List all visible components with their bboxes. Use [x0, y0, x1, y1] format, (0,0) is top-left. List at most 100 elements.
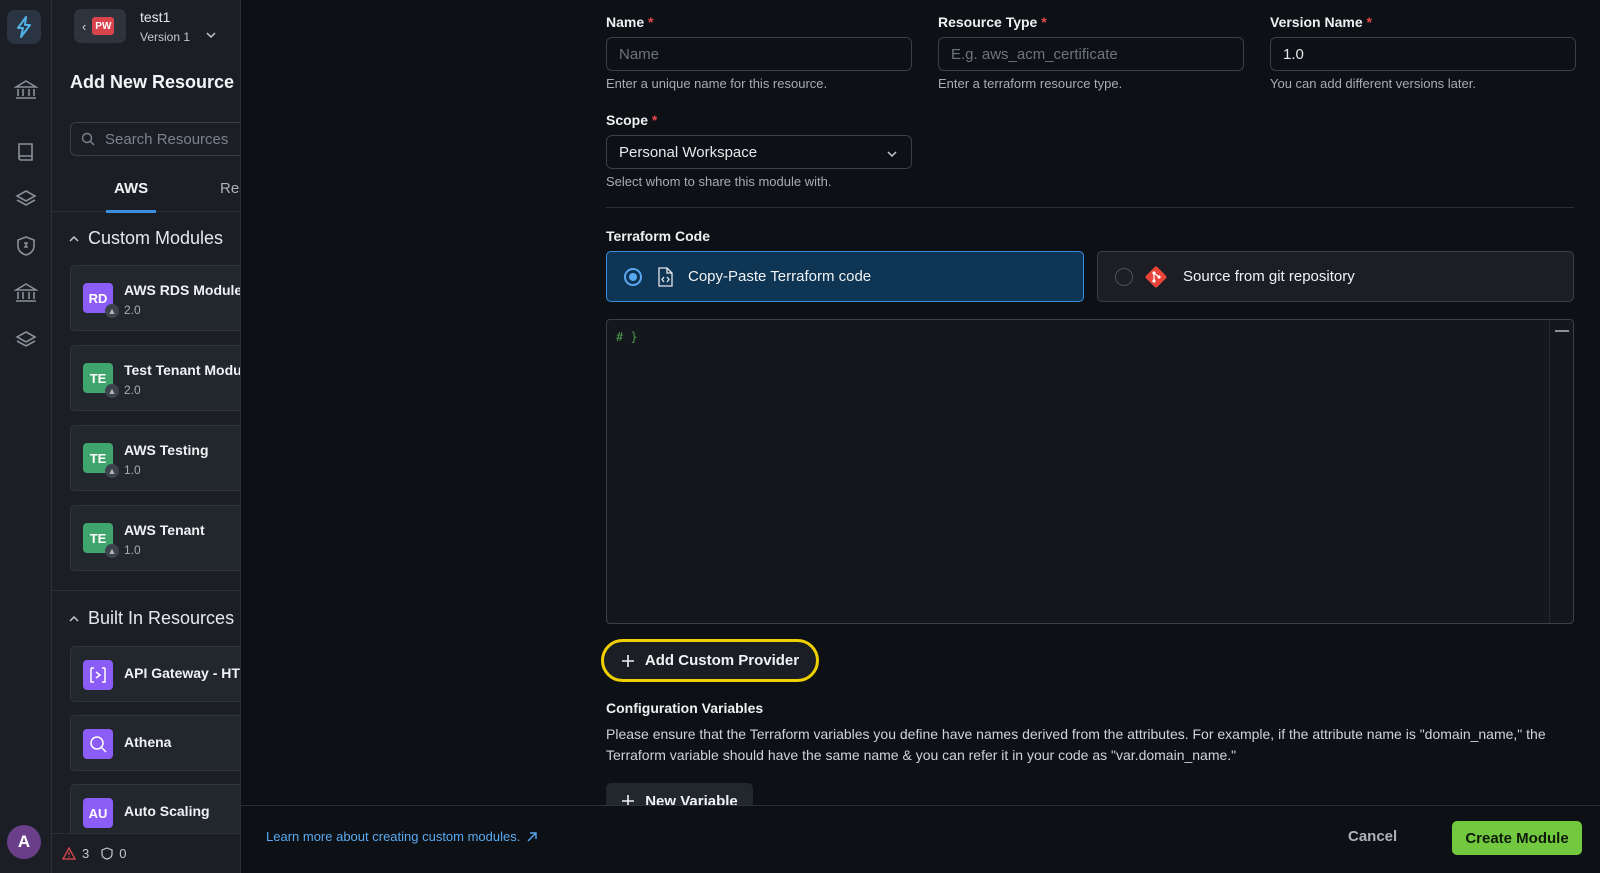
- create-module-button[interactable]: Create Module: [1452, 821, 1582, 855]
- terraform-code-editor[interactable]: # }: [606, 319, 1574, 624]
- warning-count[interactable]: 3: [82, 846, 89, 861]
- add-custom-provider-label: Add Custom Provider: [644, 652, 800, 669]
- module-card-test-tenant[interactable]: TE ▲ Test Tenant Module 2.0: [70, 345, 240, 411]
- resource-type-input[interactable]: E.g. aws_acm_certificate: [938, 37, 1244, 71]
- module-version: 1.0: [124, 543, 141, 557]
- custom-modules-header[interactable]: Custom Modules: [68, 228, 223, 249]
- chevron-down-icon: [887, 151, 897, 158]
- resource-card-api-gateway[interactable]: API Gateway - HTTP: [70, 646, 240, 702]
- shield-icon[interactable]: [14, 234, 38, 258]
- resource-type-label: Resource Type *: [938, 14, 1047, 30]
- editor-scrollbar[interactable]: [1549, 320, 1573, 623]
- shield-status-icon: [101, 847, 113, 860]
- version-name-hint: You can add different versions later.: [1270, 76, 1476, 91]
- terraform-code-label: Terraform Code: [606, 228, 710, 244]
- module-card-rds[interactable]: RD ▲ AWS RDS Module 2.0: [70, 265, 240, 331]
- code-file-icon: [658, 266, 673, 287]
- workspace-badge: PW: [92, 17, 115, 35]
- search-placeholder: Search Resources: [105, 131, 229, 148]
- resource-card-auto-scaling[interactable]: AU Auto Scaling: [70, 784, 240, 840]
- add-resource-panel: Name * Name Enter a unique name for this…: [240, 0, 1600, 873]
- bank-mini-icon: ▲: [105, 384, 119, 398]
- book-icon[interactable]: [14, 140, 38, 164]
- search-input[interactable]: Search Resources: [70, 122, 240, 156]
- version-name-input[interactable]: 1.0: [1270, 37, 1576, 71]
- cancel-button[interactable]: Cancel: [1348, 828, 1397, 845]
- built-in-header[interactable]: Built In Resources: [68, 608, 234, 629]
- custom-modules-title: Custom Modules: [88, 228, 224, 248]
- module-version: 2.0: [124, 303, 141, 317]
- built-in-title: Built In Resources: [88, 608, 235, 628]
- app-root: A ‹ PW test1 Version 1 Add New Resource …: [0, 0, 1600, 873]
- icon-rail: A: [0, 0, 52, 873]
- scope-select[interactable]: Personal Workspace: [606, 135, 912, 169]
- bank-icon[interactable]: [14, 78, 38, 102]
- workspace-version[interactable]: Version 1: [140, 30, 190, 44]
- app-logo[interactable]: [7, 10, 41, 44]
- module-version: 1.0: [124, 463, 141, 477]
- external-link-icon: [527, 831, 538, 841]
- provider-tabs: AWS Res: [52, 170, 240, 213]
- workspace-name: test1: [140, 9, 171, 25]
- name-label: Name *: [606, 14, 654, 30]
- bank-mini-icon: ▲: [105, 304, 119, 318]
- athena-icon: [83, 729, 113, 759]
- option-git-label: Source from git repository: [1183, 268, 1355, 285]
- chevron-down-icon[interactable]: [204, 28, 218, 42]
- radio-selected[interactable]: [624, 267, 642, 286]
- resource-name: Auto Scaling: [124, 803, 210, 819]
- bank-mini-icon: ▲: [105, 464, 119, 478]
- radio-unselected[interactable]: [1115, 267, 1133, 286]
- tab-resources[interactable]: Res: [220, 180, 240, 197]
- name-input[interactable]: Name: [606, 37, 912, 71]
- tab-aws[interactable]: AWS: [105, 180, 157, 213]
- resource-name: Athena: [124, 734, 172, 750]
- bank-icon-2[interactable]: [14, 281, 38, 305]
- module-version: 2.0: [124, 383, 141, 397]
- module-name: AWS Testing: [124, 442, 209, 458]
- layers-icon[interactable]: [14, 187, 38, 211]
- workspace-switcher[interactable]: ‹ PW: [74, 9, 126, 43]
- resource-type-hint: Enter a terraform resource type.: [938, 76, 1123, 91]
- scope-value: Personal Workspace: [619, 144, 758, 161]
- module-card-aws-tenant[interactable]: TE ▲ AWS Tenant 1.0: [70, 505, 240, 571]
- option-git-source[interactable]: Source from git repository: [1097, 251, 1574, 302]
- status-bar: 3 0: [52, 833, 240, 873]
- divider: [52, 590, 240, 591]
- name-hint: Enter a unique name for this resource.: [606, 76, 828, 91]
- security-count[interactable]: 0: [119, 846, 126, 861]
- module-name: AWS Tenant: [124, 522, 205, 538]
- chevron-up-icon: [69, 615, 79, 622]
- option-copy-paste[interactable]: Copy-Paste Terraform code: [606, 251, 1084, 302]
- module-card-aws-testing[interactable]: TE ▲ AWS Testing 1.0: [70, 425, 240, 491]
- sidebar-title: Add New Resource: [70, 72, 235, 92]
- git-icon: [1145, 266, 1167, 287]
- chevron-up-icon: [69, 235, 79, 242]
- plus-icon: [621, 654, 634, 667]
- resource-card-athena[interactable]: Athena: [70, 715, 240, 771]
- add-custom-provider-button[interactable]: Add Custom Provider: [601, 639, 819, 682]
- configuration-variables-label: Configuration Variables: [606, 700, 764, 716]
- resource-badge: AU: [83, 798, 113, 828]
- bank-mini-icon: ▲: [105, 544, 119, 558]
- resource-name: API Gateway - HTTP: [124, 665, 240, 681]
- configuration-description: Please ensure that the Terraform variabl…: [606, 726, 1546, 763]
- resource-sidebar: ‹ PW test1 Version 1 Add New Resource Se…: [52, 0, 240, 873]
- scope-label: Scope *: [606, 112, 658, 128]
- layers-icon-2[interactable]: [14, 328, 38, 352]
- learn-more-label: Learn more about creating custom modules…: [266, 829, 521, 844]
- user-avatar[interactable]: A: [7, 825, 41, 859]
- chevron-left-icon: ‹: [82, 18, 87, 34]
- learn-more-link[interactable]: Learn more about creating custom modules…: [266, 829, 538, 844]
- search-icon: [81, 132, 95, 146]
- option-copy-paste-label: Copy-Paste Terraform code: [688, 268, 872, 285]
- version-name-label: Version Name *: [1270, 14, 1372, 30]
- api-gateway-icon: [83, 660, 113, 690]
- module-name: Test Tenant Module: [124, 362, 240, 378]
- panel-footer: Learn more about creating custom modules…: [241, 805, 1600, 873]
- scope-hint: Select whom to share this module with.: [606, 174, 832, 189]
- warning-icon: [62, 847, 76, 860]
- section-divider: [606, 207, 1574, 208]
- module-name: AWS RDS Module: [124, 282, 240, 298]
- code-content: # }: [616, 330, 638, 344]
